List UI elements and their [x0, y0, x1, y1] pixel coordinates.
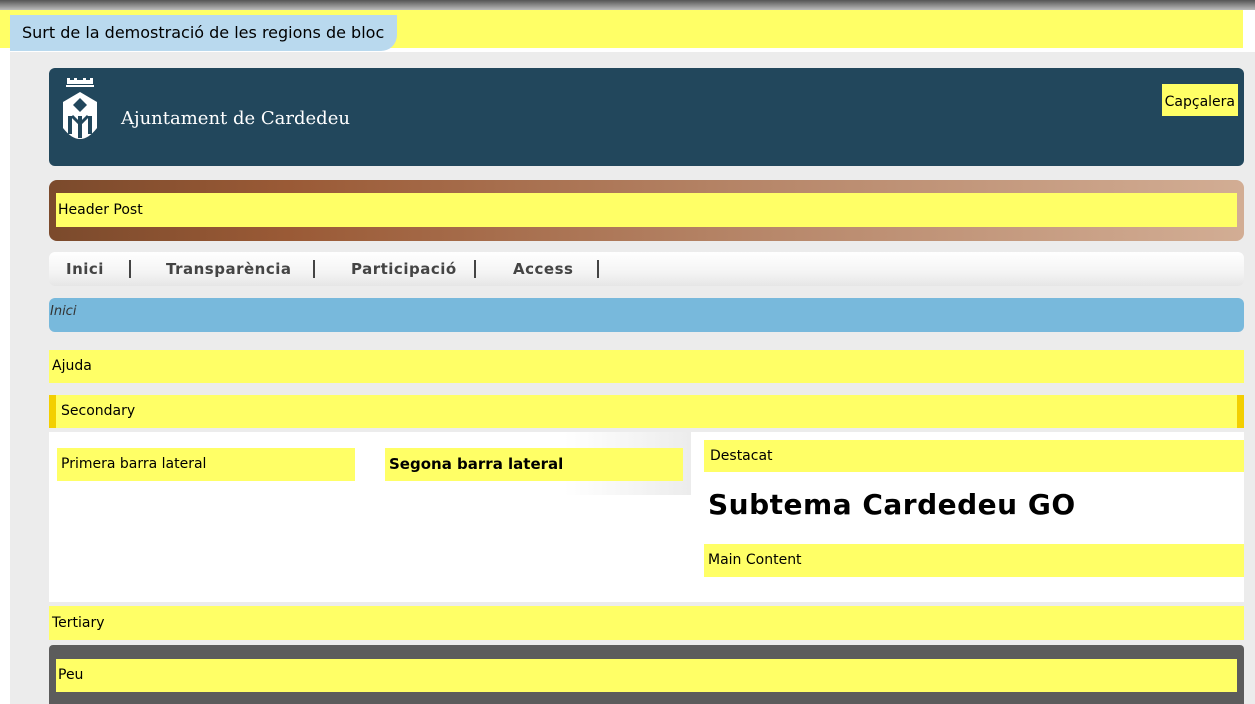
nav-separator [474, 260, 476, 278]
nav-item-access[interactable]: Access [513, 252, 573, 286]
nav-separator [313, 260, 315, 278]
region-label-highlighted: Destacat [704, 440, 1244, 472]
region-label-help: Ajuda [49, 350, 1244, 383]
nav-separator [597, 260, 599, 278]
region-label-secondary: Secondary [61, 403, 136, 419]
content-area: Primera barra lateral Segona barra later… [49, 432, 1244, 602]
region-label-header-post: Header Post [56, 193, 1237, 227]
page-title: Subtema Cardedeu GO [708, 488, 1076, 521]
block-demo-bar: Surt de la demostració de les regions de… [0, 0, 1255, 52]
region-label-footer: Peu [56, 659, 1237, 692]
nav-separator [129, 260, 131, 278]
secondary-region: Secondary [49, 395, 1244, 428]
breadcrumb[interactable]: Inici [49, 298, 1244, 332]
region-label-header: Capçalera [1161, 84, 1238, 116]
region-label-main-content: Main Content [704, 544, 1244, 577]
site-name[interactable]: Ajuntament de Cardedeu [121, 108, 350, 129]
nav-item-inici[interactable]: Inici [66, 252, 104, 286]
header-post-region: Header Post [49, 180, 1244, 241]
nav-item-transparencia[interactable]: Transparència [166, 252, 291, 286]
nav-item-participacio[interactable]: Participació [351, 252, 457, 286]
top-shadow [0, 0, 1255, 10]
region-label-tertiary: Tertiary [49, 606, 1244, 640]
exit-block-demo-link[interactable]: Surt de la demostració de les regions de… [10, 15, 398, 51]
cardedeu-coat-of-arms-icon[interactable] [59, 78, 101, 150]
region-label-sidebar-first: Primera barra lateral [57, 448, 355, 481]
region-label-sidebar-second: Segona barra lateral [385, 448, 683, 481]
site-footer: Peu [49, 645, 1244, 704]
main-navigation: Inici Transparència Participació Access [49, 252, 1244, 286]
site-header: Ajuntament de Cardedeu Capçalera [49, 68, 1244, 166]
